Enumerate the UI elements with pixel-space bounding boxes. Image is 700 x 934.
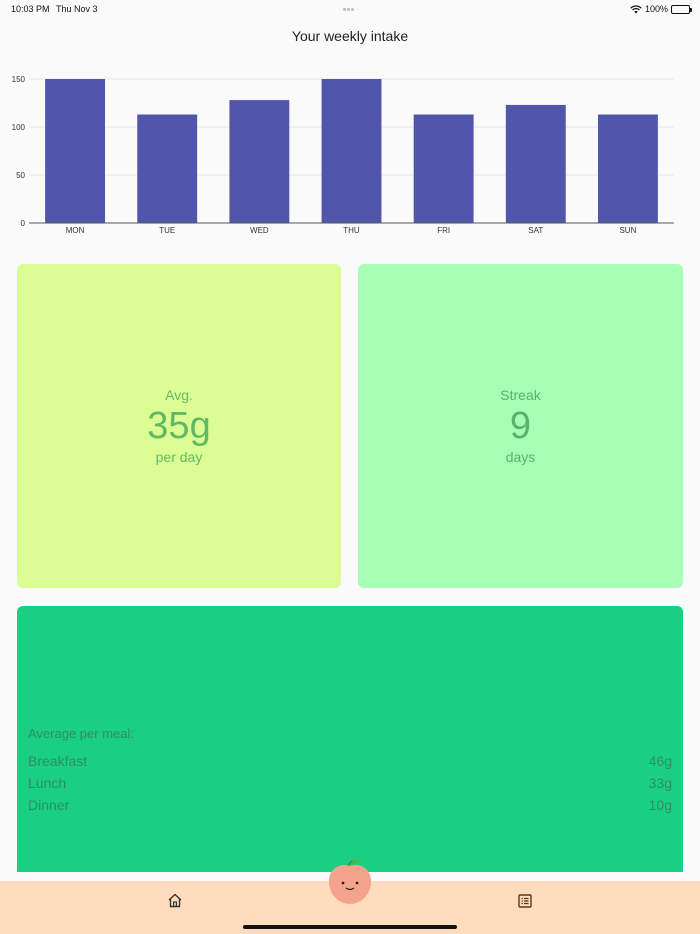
bar [229, 100, 290, 223]
meal-name: Lunch [28, 775, 67, 791]
x-tick-label: MON [66, 226, 85, 235]
list-icon[interactable] [515, 891, 535, 911]
meal-title: Average per meal: [28, 726, 134, 741]
avg-label: Avg. [165, 387, 193, 403]
x-tick-label: WED [250, 226, 269, 235]
x-tick-label: SAT [528, 226, 543, 235]
multitasking-dots-icon[interactable] [343, 3, 357, 11]
y-tick-label: 50 [16, 171, 25, 180]
y-tick-label: 100 [12, 123, 26, 132]
meal-name: Dinner [28, 797, 70, 813]
bar [505, 104, 566, 223]
meal-value: 33g [648, 775, 672, 791]
status-bar: 10:03 PM Thu Nov 3 100% [0, 0, 700, 18]
bar [45, 79, 106, 223]
streak-label: Streak [500, 387, 541, 403]
home-indicator[interactable] [243, 925, 457, 929]
y-tick-label: 150 [12, 75, 26, 84]
y-tick-label: 0 [21, 219, 26, 228]
status-right: 100% [630, 4, 692, 14]
meal-value: 46g [648, 753, 672, 769]
battery-icon [671, 4, 692, 14]
battery-percent: 100% [644, 4, 668, 14]
x-tick-label: THU [343, 226, 360, 235]
meal-row-dinner: Dinner 10g [28, 797, 672, 813]
home-icon[interactable] [165, 891, 185, 911]
avg-value: 35g [147, 405, 211, 447]
avg-unit: per day [155, 449, 203, 465]
streak-value: 9 [509, 405, 532, 447]
avg-card: Avg. 35g per day [17, 264, 341, 588]
bar [137, 114, 198, 223]
streak-unit: days [505, 449, 536, 465]
x-tick-label: TUE [159, 226, 175, 235]
x-tick-label: FRI [437, 226, 450, 235]
wifi-icon [630, 4, 642, 13]
peach-icon[interactable] [327, 858, 373, 906]
meal-value: 10g [648, 797, 672, 813]
meal-name: Breakfast [28, 753, 88, 769]
bar [597, 114, 658, 223]
chart-title: Your weekly intake [291, 28, 409, 44]
x-tick-label: SUN [619, 226, 636, 235]
meal-row-lunch: Lunch 33g [28, 775, 672, 791]
bar [413, 114, 474, 223]
status-time: 10:03 PM [11, 4, 50, 14]
status-date: Thu Nov 3 [56, 4, 98, 14]
streak-card: Streak 9 days [358, 264, 683, 588]
bar [321, 79, 382, 223]
meal-row-breakfast: Breakfast 46g [28, 753, 672, 769]
weekly-intake-chart: 0 50 100 150 MON TUE WED THU FRI SAT SUN [12, 75, 674, 235]
meal-card: Average per meal: Breakfast 46g Lunch 33… [17, 606, 683, 872]
